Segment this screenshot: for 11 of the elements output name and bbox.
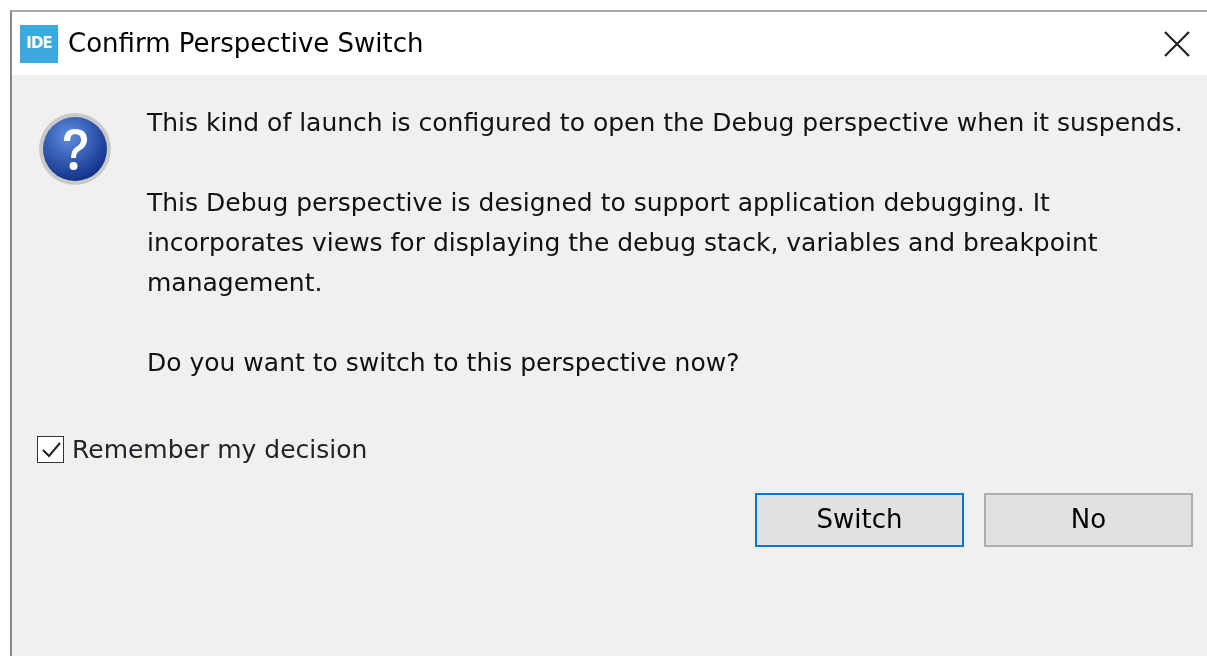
- close-icon: [1164, 30, 1190, 57]
- message-paragraph: Do you want to switch to this perspective now?: [147, 347, 741, 379]
- window-title: Confirm Perspective Switch: [68, 27, 424, 60]
- app-logo: IDE: [20, 24, 58, 63]
- message-paragraph: This Debug perspective is designed to support application debugging. It incorporates views for displaying the debug stack, variables and breakpoint management.: [147, 187, 1099, 299]
- message-paragraph: This kind of launch is configured to open the Debug perspective when it suspends.: [147, 107, 1184, 139]
- checkbox-label: Remember my decision: [72, 434, 368, 466]
- dialog-button[interactable]: Switch: [755, 492, 964, 547]
- remember-checkbox[interactable]: [37, 436, 64, 464]
- question-icon: [37, 111, 113, 187]
- dialog-button[interactable]: No: [984, 492, 1193, 547]
